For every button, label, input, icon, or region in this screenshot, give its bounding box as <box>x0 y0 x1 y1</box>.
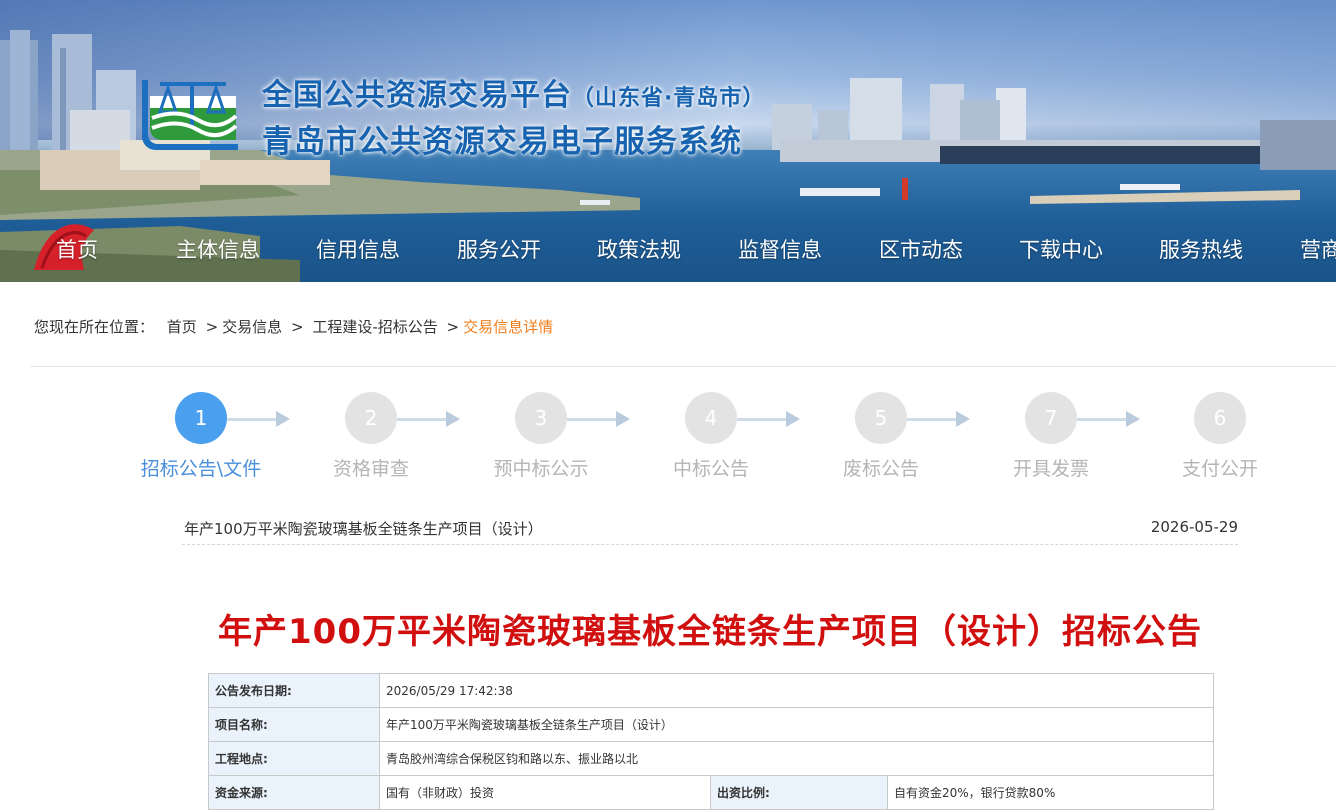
nav-item-service-public[interactable]: 服务公开 <box>457 234 541 264</box>
system-name: 青岛市公共资源交易电子服务系统 <box>262 124 742 160</box>
step-6-circle[interactable]: 6 <box>1194 392 1246 444</box>
step-2-label[interactable]: 资格审查 <box>291 454 451 481</box>
ratio-label: 出资比例: <box>710 775 888 810</box>
step-5-circle[interactable]: 5 <box>855 392 907 444</box>
publish-date-value: 2026/05/29 17:42:38 <box>379 673 1214 708</box>
platform-title: 全国公共资源交易平台（山东省·青岛市） <box>262 70 765 114</box>
announcement-title: 年产100万平米陶瓷玻璃基板全链条生产项目（设计）招标公告 <box>218 612 1202 652</box>
step-5-label[interactable]: 废标公告 <box>801 454 961 481</box>
project-row-name: 年产100万平米陶瓷玻璃基板全链条生产项目（设计） <box>184 520 543 538</box>
step-arrow-icon <box>956 411 970 427</box>
platform-logo-icon <box>142 80 238 150</box>
step-arrow-icon <box>1126 411 1140 427</box>
platform-title-main: 全国公共资源交易平台 <box>262 78 572 113</box>
step-2-circle[interactable]: 2 <box>345 392 397 444</box>
nav-item-credit-info[interactable]: 信用信息 <box>316 234 400 264</box>
breadcrumb-home[interactable]: 首页 <box>167 318 197 336</box>
announcement-info-table: 公告发布日期: 2026/05/29 17:42:38 项目名称: 年产100万… <box>208 673 1214 810</box>
step-7-label[interactable]: 开具发票 <box>971 454 1131 481</box>
step-1-circle[interactable]: 1 <box>175 392 227 444</box>
breadcrumb-separator: > <box>290 318 304 336</box>
step-7-circle[interactable]: 7 <box>1025 392 1077 444</box>
breadcrumb-engineering[interactable]: 工程建设-招标公告 <box>312 318 437 336</box>
table-row: 工程地点: 青岛胶州湾综合保税区钧和路以东、振业路以北 <box>208 741 1214 776</box>
breadcrumb-separator: > <box>446 318 460 336</box>
nav-item-district-news[interactable]: 区市动态 <box>879 234 963 264</box>
nav-item-supervision[interactable]: 监督信息 <box>738 234 822 264</box>
breadcrumb-divider <box>30 366 1336 367</box>
step-arrow-icon <box>616 411 630 427</box>
step-arrow-icon <box>786 411 800 427</box>
project-row: 年产100万平米陶瓷玻璃基板全链条生产项目（设计） 2026-05-29 <box>182 514 1238 545</box>
process-steps: 1 2 3 4 5 7 6 招标公告\文件 资格审查 预中标公示 中标公告 废标… <box>0 388 1336 488</box>
step-4-label[interactable]: 中标公告 <box>631 454 791 481</box>
location-value: 青岛胶州湾综合保税区钧和路以东、振业路以北 <box>379 741 1214 776</box>
table-row: 公告发布日期: 2026/05/29 17:42:38 <box>208 673 1214 708</box>
nav-item-hotline[interactable]: 服务热线 <box>1159 234 1243 264</box>
step-arrow-icon <box>446 411 460 427</box>
breadcrumb-current: 交易信息详情 <box>463 318 554 336</box>
table-row: 项目名称: 年产100万平米陶瓷玻璃基板全链条生产项目（设计） <box>208 707 1214 742</box>
step-arrow-icon <box>276 411 290 427</box>
step-1-label[interactable]: 招标公告\文件 <box>121 454 281 481</box>
project-name-value: 年产100万平米陶瓷玻璃基板全链条生产项目（设计） <box>379 707 1214 742</box>
funding-value: 国有（非财政）投资 <box>379 775 711 810</box>
funding-label: 资金来源: <box>208 775 380 810</box>
step-3-circle[interactable]: 3 <box>515 392 567 444</box>
nav-item-business[interactable]: 营商 <box>1300 234 1336 264</box>
step-6-label[interactable]: 支付公开 <box>1140 454 1300 481</box>
step-3-label[interactable]: 预中标公示 <box>461 454 621 481</box>
breadcrumb-prefix: 您现在所在位置： <box>34 318 155 336</box>
project-row-date: 2026-05-29 <box>1150 518 1238 536</box>
nav-item-policy[interactable]: 政策法规 <box>597 234 681 264</box>
nav-item-download[interactable]: 下载中心 <box>1019 234 1103 264</box>
header-banner: 全国公共资源交易平台（山东省·青岛市） 青岛市公共资源交易电子服务系统 首页 主… <box>0 0 1336 282</box>
breadcrumb-trade-info[interactable]: 交易信息 <box>222 318 282 336</box>
step-4-circle[interactable]: 4 <box>685 392 737 444</box>
project-name-label: 项目名称: <box>208 707 380 742</box>
breadcrumb-separator: > <box>205 318 219 336</box>
table-row: 资金来源: 国有（非财政）投资 出资比例: 自有资金20%，银行贷款80% <box>208 775 1214 810</box>
nav-item-home[interactable]: 首页 <box>56 234 98 264</box>
location-label: 工程地点: <box>208 741 380 776</box>
platform-title-sub: （山东省·青岛市） <box>572 86 766 111</box>
nav-item-entity-info[interactable]: 主体信息 <box>176 234 260 264</box>
ratio-value: 自有资金20%，银行贷款80% <box>887 775 1214 810</box>
publish-date-label: 公告发布日期: <box>208 673 380 708</box>
breadcrumb: 您现在所在位置： 首页 > 交易信息 > 工程建设-招标公告 > 交易信息详情 <box>34 316 553 337</box>
main-nav: 首页 主体信息 信用信息 服务公开 政策法规 监督信息 区市动态 下载中心 服务… <box>0 226 1336 270</box>
